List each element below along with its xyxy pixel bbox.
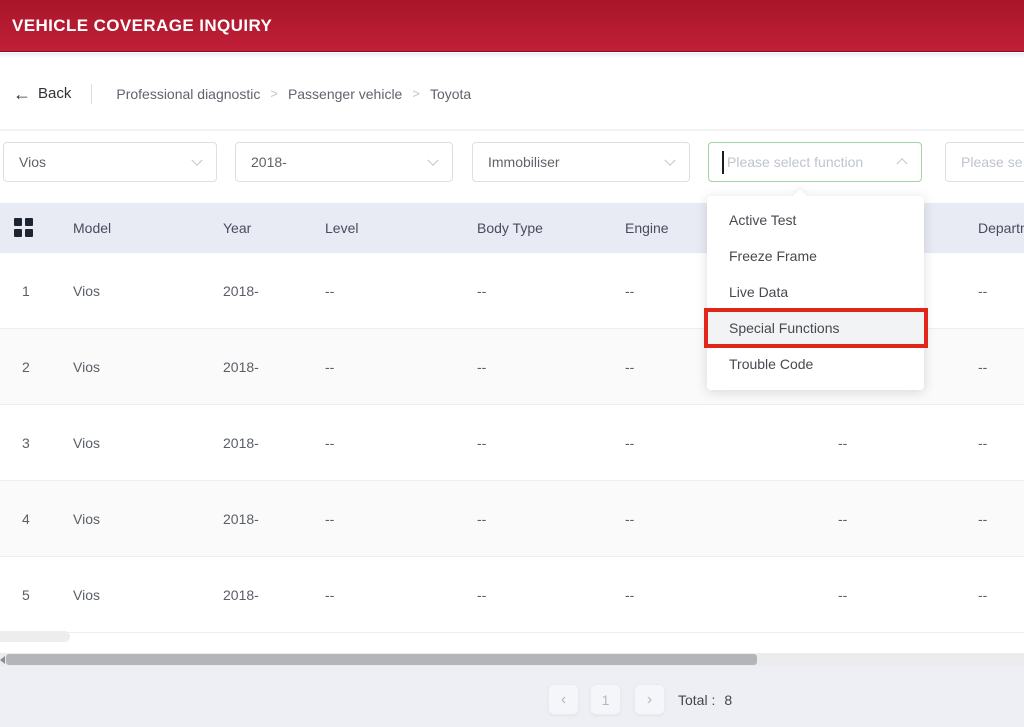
breadcrumb-item-professional-diagnostic[interactable]: Professional diagnostic (116, 86, 260, 102)
year-select-value: 2018- (251, 154, 287, 170)
cell-level: -- (325, 358, 335, 375)
chevron-right-icon: › (646, 690, 653, 708)
pagination-bar: ‹ 1 › Total : 8 (0, 666, 1024, 727)
cell-index: 4 (22, 510, 30, 527)
column-header-department: Department (978, 220, 1024, 236)
cell-department: -- (978, 358, 988, 375)
total-value: 8 (724, 691, 733, 708)
menu-item-trouble-code[interactable]: Trouble Code (707, 346, 924, 382)
cell-extra: -- (838, 586, 848, 603)
total-label: Total : (678, 691, 716, 708)
cell-year: 2018- (223, 282, 259, 299)
function-select[interactable]: Please select function (708, 142, 922, 182)
back-button[interactable]: ← Back (13, 85, 71, 103)
back-arrow-icon: ← (13, 83, 31, 104)
chevron-up-icon (896, 158, 908, 170)
cell-level: -- (325, 586, 335, 603)
total-count: Total : 8 (678, 692, 732, 708)
cell-year: 2018- (223, 510, 259, 527)
chevron-down-icon (191, 154, 203, 166)
chevron-down-icon (427, 154, 439, 166)
breadcrumb: Professional diagnostic > Passenger vehi… (116, 86, 471, 102)
cell-engine: -- (625, 510, 635, 527)
breadcrumb-separator-icon: > (412, 86, 420, 101)
prev-page-button[interactable]: ‹ (548, 684, 579, 715)
cell-engine: -- (625, 358, 635, 375)
cell-body-type: -- (477, 358, 487, 375)
cell-extra: -- (838, 510, 848, 527)
chevron-left-icon: ‹ (560, 690, 567, 708)
horizontal-scrollbar[interactable] (0, 653, 1024, 666)
cell-level: -- (325, 282, 335, 299)
bottom-strip (0, 633, 1024, 653)
menu-item-special-functions[interactable]: Special Functions (707, 310, 924, 346)
page-1-button[interactable]: 1 (590, 684, 621, 715)
filter-bar: Vios 2018- Immobiliser Please select fun… (0, 130, 1024, 203)
chevron-down-icon (664, 154, 676, 166)
model-select-value: Vios (19, 154, 46, 170)
column-header-model: Model (73, 220, 112, 236)
model-select[interactable]: Vios (3, 142, 217, 182)
table-row[interactable]: 3 Vios 2018- -- -- -- -- -- (0, 405, 1024, 481)
cell-index: 5 (22, 586, 30, 603)
scrollbar-left-arrow-icon (0, 656, 5, 664)
breadcrumb-item-passenger-vehicle[interactable]: Passenger vehicle (288, 86, 402, 102)
menu-item-live-data[interactable]: Live Data (707, 274, 924, 310)
breadcrumb-bar: ← Back Professional diagnostic > Passeng… (0, 58, 1024, 130)
cell-body-type: -- (477, 586, 487, 603)
menu-item-active-test[interactable]: Active Test (707, 202, 924, 238)
pager: ‹ 1 › Total : 8 (548, 684, 732, 715)
cell-level: -- (325, 434, 335, 451)
function-dropdown-menu: Active Test Freeze Frame Live Data Speci… (707, 188, 924, 390)
column-header-level: Level (325, 220, 359, 236)
vertical-divider (91, 83, 93, 104)
system-select[interactable]: Immobiliser (472, 142, 690, 182)
grid-view-icon[interactable] (14, 218, 34, 238)
cell-body-type: -- (477, 434, 487, 451)
cell-engine: -- (625, 434, 635, 451)
next-page-button[interactable]: › (634, 684, 665, 715)
secondary-select-placeholder: Please se (961, 154, 1023, 170)
breadcrumb-separator-icon: > (270, 86, 278, 101)
secondary-function-select[interactable]: Please se (945, 142, 1024, 182)
cell-department: -- (978, 282, 988, 299)
cell-index: 1 (22, 282, 30, 299)
cell-index: 2 (22, 358, 30, 375)
breadcrumb-item-toyota: Toyota (429, 85, 472, 102)
menu-item-freeze-frame[interactable]: Freeze Frame (707, 238, 924, 274)
system-select-value: Immobiliser (488, 154, 560, 170)
cell-year: 2018- (223, 586, 259, 603)
cell-body-type: -- (477, 510, 487, 527)
scrollbar-thumb[interactable] (6, 654, 757, 665)
cell-department: -- (978, 434, 988, 451)
cell-department: -- (978, 510, 988, 527)
function-select-placeholder: Please select function (727, 154, 864, 170)
back-label: Back (38, 85, 72, 102)
cell-model: Vios (73, 434, 100, 451)
cell-level: -- (325, 510, 335, 527)
year-select[interactable]: 2018- (235, 142, 453, 182)
text-cursor (722, 151, 724, 174)
cell-engine: -- (625, 282, 635, 299)
page-title: VEHICLE COVERAGE INQUIRY (12, 15, 273, 35)
cell-year: 2018- (223, 434, 259, 451)
cell-model: Vios (73, 586, 100, 603)
table-row[interactable]: 5 Vios 2018- -- -- -- -- -- (0, 557, 1024, 633)
partial-row-edge (0, 631, 70, 642)
cell-engine: -- (625, 586, 635, 603)
cell-model: Vios (73, 282, 100, 299)
column-header-year: Year (223, 220, 252, 236)
vehicle-coverage-inquiry-page: VEHICLE COVERAGE INQUIRY ← Back Professi… (0, 0, 1024, 727)
cell-model: Vios (73, 510, 100, 527)
column-header-body-type: Body Type (477, 220, 543, 236)
cell-year: 2018- (223, 358, 259, 375)
cell-index: 3 (22, 434, 30, 451)
cell-extra: -- (838, 434, 848, 451)
column-header-engine: Engine (625, 220, 669, 236)
app-header: VEHICLE COVERAGE INQUIRY (0, 0, 1024, 52)
cell-department: -- (978, 586, 988, 603)
cell-body-type: -- (477, 282, 487, 299)
cell-model: Vios (73, 358, 100, 375)
table-row[interactable]: 4 Vios 2018- -- -- -- -- -- (0, 481, 1024, 557)
